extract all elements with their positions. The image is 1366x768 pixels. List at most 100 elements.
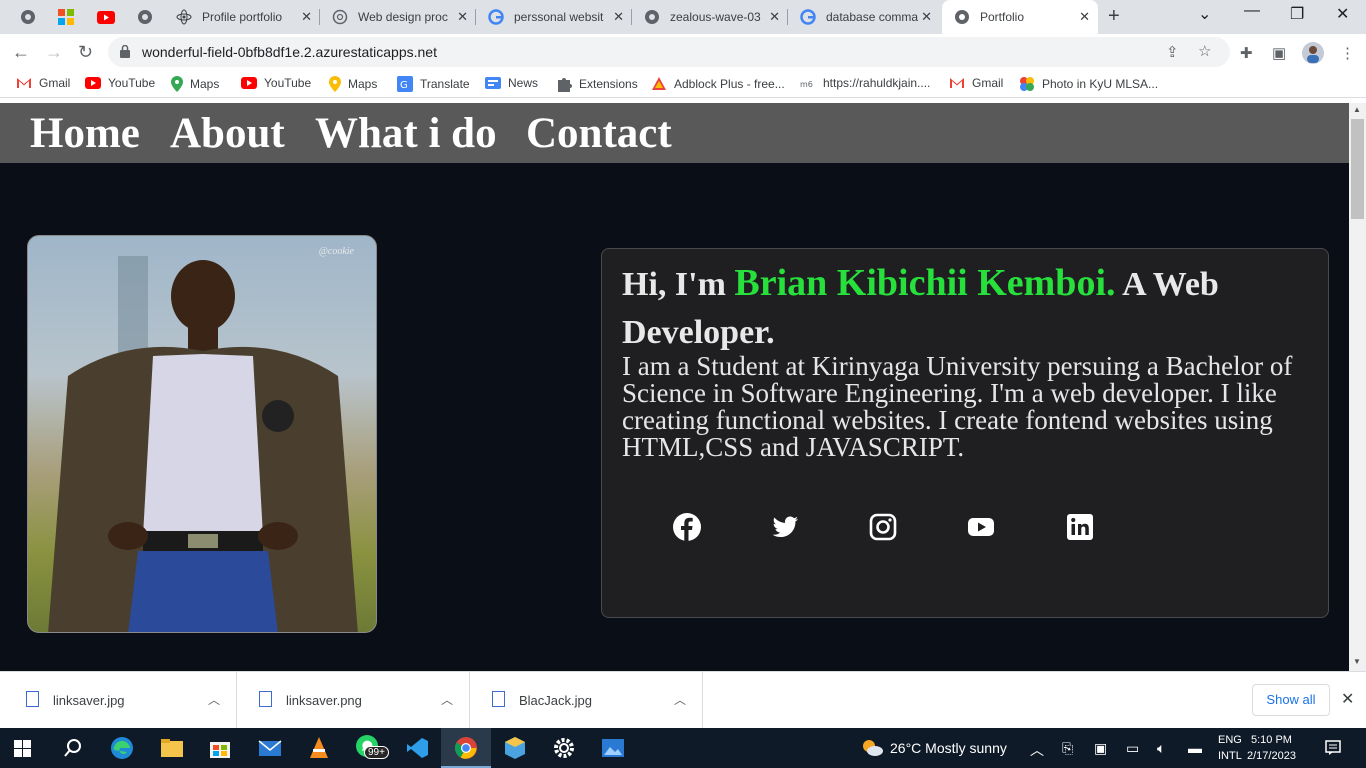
chevron-up-icon[interactable]: ︿ <box>441 691 453 708</box>
bookmark-rahuldkjain[interactable]: m6 https://rahuldkjain.... <box>800 76 930 90</box>
vlc-icon[interactable] <box>307 736 331 760</box>
new-tab-button[interactable]: + <box>1108 5 1120 28</box>
reload-button[interactable]: ↻ <box>78 42 93 63</box>
image-file-icon <box>492 691 505 707</box>
battery-icon[interactable]: ▬ <box>1188 740 1202 756</box>
close-tab-icon[interactable]: ✕ <box>921 9 932 25</box>
camera-icon[interactable]: ⎘ <box>1062 740 1073 757</box>
gmail-icon <box>17 78 31 88</box>
bookmark-news[interactable]: News <box>485 76 538 90</box>
bookmark-extensions[interactable]: Extensions <box>556 76 638 92</box>
input-language[interactable]: ENG INTL <box>1218 732 1242 764</box>
close-tab-icon[interactable]: ✕ <box>1079 9 1090 25</box>
bookmark-star-icon[interactable]: ☆ <box>1198 42 1211 60</box>
nav-link-what-i-do[interactable]: What i do <box>315 109 497 158</box>
side-panel-icon[interactable]: ▣ <box>1272 44 1286 62</box>
back-button[interactable]: ← <box>12 42 30 63</box>
url-text: wonderful-field-0bfb8df1e.2.azurestatica… <box>142 44 437 60</box>
instagram-icon[interactable] <box>868 512 898 542</box>
close-tab-icon[interactable]: ✕ <box>301 9 312 25</box>
notifications-icon[interactable] <box>1325 740 1341 756</box>
tab-profile-portfolio[interactable]: Profile portfolio ✕ <box>166 0 320 34</box>
pinned-tab-youtube[interactable] <box>86 0 126 34</box>
site-icon: m6 <box>800 80 813 89</box>
youtube-icon <box>85 77 101 89</box>
photos-app-icon[interactable] <box>601 736 625 760</box>
pinned-tab-globe[interactable] <box>8 0 48 34</box>
scroll-up-arrow[interactable]: ▲ <box>1353 105 1361 114</box>
share-icon[interactable]: ⇪ <box>1166 43 1179 61</box>
download-item[interactable]: linksaver.png ︿ <box>237 672 470 728</box>
pinned-tab-microsoft[interactable] <box>46 0 86 34</box>
address-bar[interactable]: wonderful-field-0bfb8df1e.2.azurestatica… <box>108 37 1230 67</box>
tab-search-button[interactable]: ⌄ <box>1198 4 1211 24</box>
scrollbar-thumb[interactable] <box>1351 119 1364 219</box>
menu-icon[interactable]: ⋮ <box>1340 44 1355 62</box>
close-tab-icon[interactable]: ✕ <box>613 9 624 25</box>
globe-icon <box>138 10 152 24</box>
bookmark-youtube-2[interactable]: YouTube <box>241 76 311 90</box>
3d-box-icon[interactable] <box>503 736 527 760</box>
download-item[interactable]: linksaver.jpg ︿ <box>4 672 237 728</box>
bookmark-youtube[interactable]: YouTube <box>85 76 155 90</box>
whatsapp-button[interactable]: 99+ <box>355 734 389 762</box>
close-downloads-icon[interactable]: ✕ <box>1341 689 1354 709</box>
show-hidden-icons-chevron[interactable]: ︿ <box>1030 740 1044 760</box>
show-all-button[interactable]: Show all <box>1252 684 1330 716</box>
search-icon[interactable] <box>62 736 86 760</box>
close-tab-icon[interactable]: ✕ <box>769 9 780 25</box>
chevron-up-icon[interactable]: ︿ <box>674 691 686 708</box>
windows-start-icon[interactable] <box>14 740 31 757</box>
nav-link-contact[interactable]: Contact <box>526 109 672 158</box>
bookmark-label: News <box>508 76 539 90</box>
scroll-down-arrow[interactable]: ▼ <box>1353 657 1361 666</box>
bookmark-gmail-2[interactable]: Gmail <box>949 76 1003 90</box>
tab-web-design[interactable]: Web design proc ✕ <box>322 0 476 34</box>
bookmark-maps[interactable]: Maps <box>171 76 219 92</box>
bookmarks-bar: Gmail YouTube Maps YouTube Maps G Transl… <box>0 70 1366 98</box>
intro-card: Hi, I'm Brian Kibichii Kemboi. A Web Dev… <box>601 248 1329 618</box>
tab-personal-website[interactable]: perssonal websit ✕ <box>478 0 632 34</box>
youtube-icon[interactable] <box>966 512 996 542</box>
mail-icon[interactable] <box>258 736 282 760</box>
chrome-taskbar-button[interactable] <box>441 728 491 768</box>
page-scrollbar[interactable]: ▲ ▼ <box>1349 103 1366 671</box>
tab-database-commands[interactable]: database comma ✕ <box>790 0 940 34</box>
facebook-icon[interactable] <box>672 512 702 542</box>
minimize-button[interactable]: — <box>1244 2 1260 20</box>
chevron-up-icon[interactable]: ︿ <box>208 691 220 708</box>
forward-button[interactable]: → <box>45 42 63 63</box>
bookmark-maps-2[interactable]: Maps <box>329 76 377 92</box>
vscode-icon[interactable] <box>405 736 429 760</box>
weather-icon[interactable] <box>860 737 884 757</box>
bookmark-gmail[interactable]: Gmail <box>16 76 70 90</box>
nav-link-home[interactable]: Home <box>30 109 140 158</box>
bookmark-photos[interactable]: Photo in KyU MLSA... <box>1019 76 1158 92</box>
photo-watermark: @cookie <box>318 246 354 257</box>
weather-text[interactable]: 26°C Mostly sunny <box>890 740 1007 756</box>
profile-avatar[interactable] <box>1302 42 1324 64</box>
file-explorer-icon[interactable] <box>160 736 184 760</box>
download-item[interactable]: BlacJack.jpg ︿ <box>470 672 703 728</box>
screenshot-icon[interactable]: ▣ <box>1094 740 1107 757</box>
system-clock[interactable]: 5:10 PM 2/17/2023 <box>1247 732 1296 764</box>
close-window-button[interactable]: ✕ <box>1336 4 1349 24</box>
close-tab-icon[interactable]: ✕ <box>457 9 468 25</box>
volume-icon[interactable]: 🔈︎ <box>1157 740 1165 757</box>
tab-portfolio-active[interactable]: Portfolio ✕ <box>942 0 1098 34</box>
edge-icon[interactable] <box>110 736 134 760</box>
tab-zealous-wave[interactable]: zealous-wave-03 ✕ <box>634 0 788 34</box>
network-icon[interactable]: ▭ <box>1126 740 1139 757</box>
bookmark-translate[interactable]: G Translate <box>397 76 470 92</box>
pinned-tab-globe-2[interactable] <box>125 0 165 34</box>
linkedin-icon[interactable] <box>1065 512 1095 542</box>
settings-gear-icon[interactable] <box>552 736 576 760</box>
restore-button[interactable]: ❐ <box>1290 4 1304 24</box>
bookmark-adblock[interactable]: Adblock Plus - free... <box>651 76 785 92</box>
store-icon[interactable] <box>208 736 232 760</box>
extensions-icon[interactable]: ✚ <box>1240 44 1253 62</box>
nav-link-about[interactable]: About <box>170 109 285 158</box>
site-navbar: Home About What i do Contact <box>0 103 1349 163</box>
svg-text:G: G <box>400 80 408 91</box>
twitter-icon[interactable] <box>770 512 800 542</box>
